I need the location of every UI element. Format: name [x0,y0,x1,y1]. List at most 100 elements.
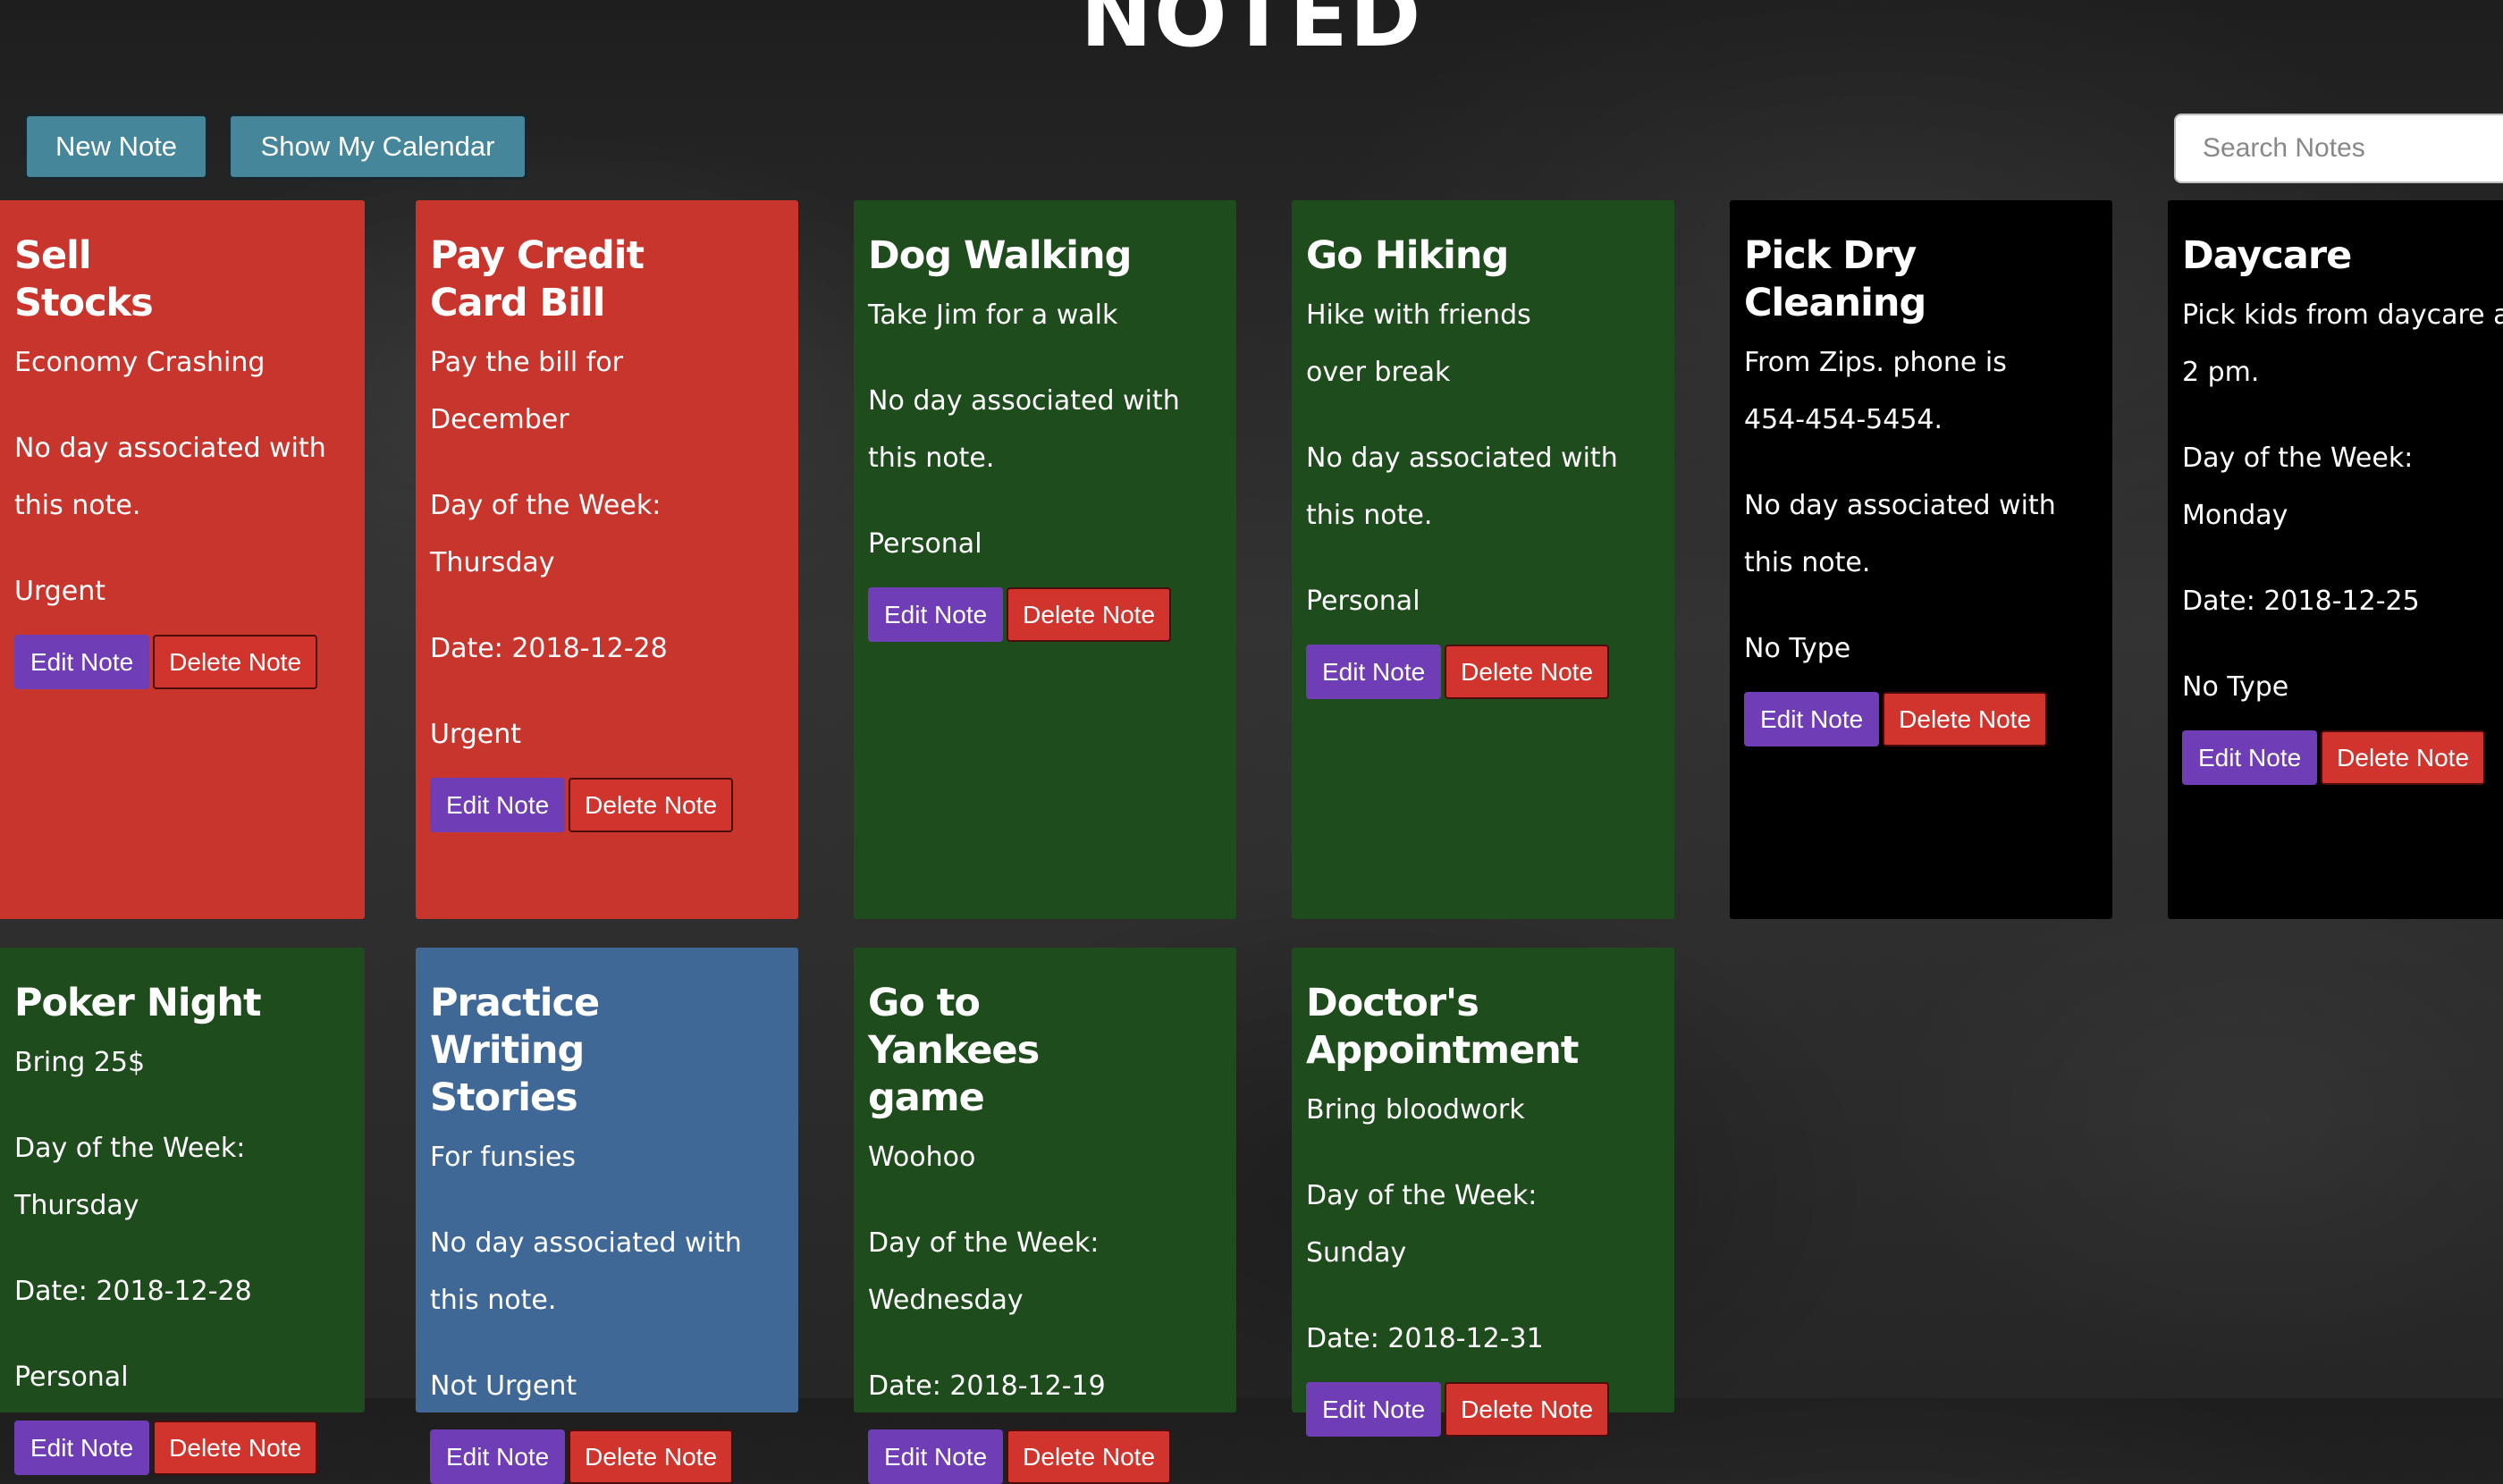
edit-note-button[interactable]: Edit Note [2182,730,2318,785]
note-day: this note. [14,490,141,521]
note-title: Poker Night [14,981,262,1025]
note-description: Take Jim for a walk [868,299,1118,331]
note-title: Daycare [2182,233,2352,278]
note-title: Sell Stocks [14,233,154,325]
delete-note-button[interactable]: Delete Note [1445,1382,1610,1437]
search-notes-input[interactable] [2174,114,2503,183]
note-actions: Edit Note Delete Note [14,635,350,689]
delete-note-button[interactable]: Delete Note [1883,692,2048,746]
note-actions: Edit Note Delete Note [430,1429,784,1484]
edit-note-button[interactable]: Edit Note [1306,645,1442,699]
note-description: Economy Crashing [14,347,265,378]
delete-note-button[interactable]: Delete Note [153,635,318,689]
note-day: this note. [868,443,995,474]
delete-note-button[interactable]: Delete Note [1007,587,1172,642]
note-type: Not Urgent [430,1370,577,1402]
delete-note-button[interactable]: Delete Note [2321,730,2486,785]
edit-note-button[interactable]: Edit Note [430,1429,566,1484]
note-date: Date: 2018-12-25 [2182,586,2420,617]
note-title: Pay Credit Card Bill [430,233,645,325]
note-title: Go to Yankees game [868,981,1040,1120]
note-card: Poker Night Bring 25$ Day of the Week: Thur… [0,948,365,1475]
note-description: Bring bloodwork [1306,1094,1525,1126]
note-day: Day of the Week: [14,1133,246,1164]
edit-note-button[interactable]: Edit Note [14,1421,150,1475]
note-day: this note. [430,1285,557,1316]
note-date: Date: 2018-12-31 [1306,1323,1544,1354]
note-day: No day associated with [14,433,326,464]
delete-note-button[interactable]: Delete Note [569,1429,734,1484]
delete-note-button[interactable]: Delete Note [1007,1429,1172,1484]
show-calendar-button[interactable]: Show My Calendar [228,114,527,180]
note-description: Bring 25$ [14,1047,146,1078]
note-day: Day of the Week: [1306,1180,1538,1211]
note-day: No day associated with [430,1227,742,1259]
edit-note-button[interactable]: Edit Note [1306,1382,1442,1437]
note-day: this note. [1306,500,1433,531]
note-description: From Zips. phone is 454-454-5454. [1744,347,2007,435]
note-title: Doctor's Appointment [1306,981,1579,1073]
note-day: Day of the Week: [430,490,662,521]
note-card: Go to Yankees game Woohoo Day of the Week:… [854,948,1236,1484]
note-card: Practice Writing Stories For funsies No da… [416,948,798,1484]
note-type: No Type [1744,633,1851,664]
note-day: this note. [1744,547,1871,578]
note-type: Urgent [14,576,106,607]
note-type: No Type [2182,671,2289,703]
note-card: Doctor's Appointment Bring bloodwork Day o… [1292,948,1674,1437]
note-card: Pay Credit Card Bill Pay the bill for Dec… [416,200,798,919]
note-day: Thursday [14,1190,139,1221]
edit-note-button[interactable]: Edit Note [868,1429,1004,1484]
note-type: Personal [868,528,982,560]
note-actions: Edit Note Delete Note [868,1429,1222,1484]
note-type: Personal [14,1362,129,1393]
note-actions: Edit Note Delete Note [2182,730,2503,785]
note-card: Daycare Pick kids from daycare at 2 pm. Da… [2168,200,2503,919]
note-description: Woohoo [868,1142,976,1173]
note-type: Urgent [430,719,522,750]
edit-note-button[interactable]: Edit Note [430,778,566,832]
note-day: No day associated with [868,385,1180,417]
note-day: Day of the Week: [868,1227,1100,1259]
delete-note-button[interactable]: Delete Note [153,1421,318,1475]
new-note-button[interactable]: New Note [24,114,208,180]
note-day: Thursday [430,547,555,578]
delete-note-button[interactable]: Delete Note [569,778,734,832]
note-card: Go Hiking Hike with friends over break No … [1292,200,1674,919]
note-title: Practice Writing Stories [430,981,600,1120]
note-card: Dog Walking Take Jim for a walk No day ass… [854,200,1236,919]
note-description: For funsies [430,1142,577,1173]
delete-note-button[interactable]: Delete Note [1445,645,1610,699]
note-card: Pick Dry Cleaning From Zips. phone is 454… [1730,200,2112,919]
note-card: Sell Stocks Economy Crashing No day associ… [0,200,365,919]
note-actions: Edit Note Delete Note [1744,692,2098,746]
edit-note-button[interactable]: Edit Note [868,587,1004,642]
note-date: Date: 2018-12-28 [14,1276,252,1307]
note-actions: Edit Note Delete Note [430,778,784,832]
edit-note-button[interactable]: Edit Note [14,635,150,689]
note-actions: Edit Note Delete Note [1306,1382,1660,1437]
note-day: Sunday [1306,1237,1407,1269]
note-title: Go Hiking [1306,233,1509,278]
note-title: Pick Dry Cleaning [1744,233,1926,325]
edit-note-button[interactable]: Edit Note [1744,692,1880,746]
note-actions: Edit Note Delete Note [1306,645,1660,699]
